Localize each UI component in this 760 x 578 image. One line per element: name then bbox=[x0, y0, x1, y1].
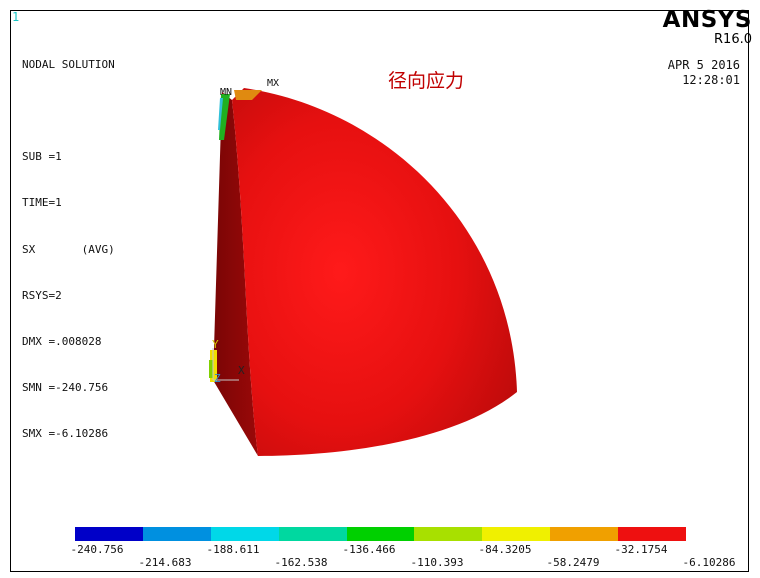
legend-band-8 bbox=[550, 527, 619, 541]
sphere-octant-shell bbox=[232, 88, 517, 456]
model-viewport[interactable]: X Y Z MN MX bbox=[0, 0, 760, 578]
corner-contour-green bbox=[209, 360, 213, 378]
min-marker: MN bbox=[220, 87, 232, 98]
legend-value: -84.3205 bbox=[478, 543, 532, 556]
legend-band-4 bbox=[278, 527, 347, 541]
legend-value: -6.10286 bbox=[682, 556, 736, 569]
legend-band-3 bbox=[210, 527, 279, 541]
legend-band-1 bbox=[75, 527, 143, 541]
legend-value: -136.466 bbox=[342, 543, 396, 556]
max-marker: MX bbox=[267, 78, 279, 89]
legend-value: -58.2479 bbox=[546, 556, 600, 569]
legend-band-7 bbox=[482, 527, 551, 541]
legend-value: -214.683 bbox=[138, 556, 192, 569]
legend-value: -240.756 bbox=[70, 543, 124, 556]
triad-z-label: Z bbox=[214, 372, 221, 385]
legend-value: -162.538 bbox=[274, 556, 328, 569]
legend-value: -110.393 bbox=[410, 556, 464, 569]
legend-band-5 bbox=[346, 527, 415, 541]
legend-value: -32.1754 bbox=[614, 543, 668, 556]
triad-y-label: Y bbox=[212, 338, 219, 351]
contour-legend-bar bbox=[75, 527, 687, 541]
triad-x-label: X bbox=[238, 364, 245, 377]
legend-band-6 bbox=[414, 527, 483, 541]
legend-band-9 bbox=[618, 527, 687, 541]
legend-value: -188.611 bbox=[206, 543, 260, 556]
legend-band-2 bbox=[142, 527, 211, 541]
